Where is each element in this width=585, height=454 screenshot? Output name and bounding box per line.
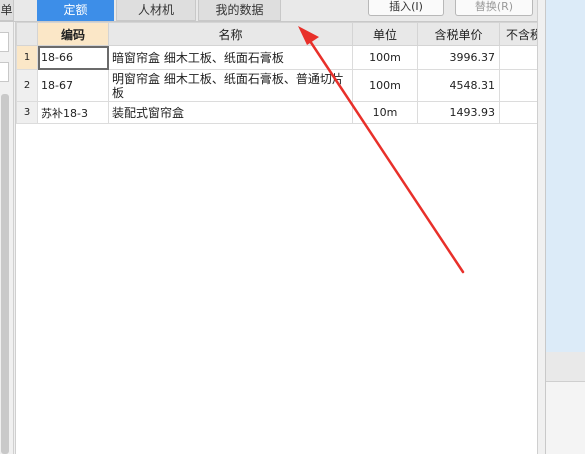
name-cell[interactable]: 暗窗帘盒 细木工板、纸面石膏板 — [108, 45, 353, 70]
right-panel-content — [546, 0, 585, 352]
row-number: 1 — [16, 45, 38, 70]
tab-bar: 单 定额 人材机 我的数据 插入(I) 替换(R) — [0, 0, 545, 22]
table-header-row: 编码 名称 单位 含税单价 不含税 — [16, 22, 537, 46]
name-cell[interactable]: 装配式窗帘盒 — [108, 101, 353, 124]
code-cell[interactable]: 18-66 — [37, 45, 109, 70]
row-number: 3 — [16, 101, 38, 124]
unit-cell[interactable]: 100m — [352, 45, 418, 70]
left-scrollbar[interactable] — [1, 94, 9, 454]
column-header-no-tax[interactable]: 不含税 — [499, 22, 537, 46]
code-cell[interactable]: 苏补18-3 — [37, 101, 109, 124]
left-collapsed-control[interactable] — [0, 32, 9, 52]
no-tax-cell[interactable] — [499, 45, 537, 70]
tab-labor-material[interactable]: 人材机 — [116, 0, 196, 21]
table-row[interactable]: 2 18-67 明窗帘盒 细木工板、纸面石膏板、普通切片板 100m 4548.… — [16, 69, 537, 102]
tab-partial[interactable]: 单 — [0, 0, 14, 21]
no-tax-cell[interactable] — [499, 101, 537, 124]
name-cell[interactable]: 明窗帘盒 细木工板、纸面石膏板、普通切片板 — [108, 69, 353, 102]
no-tax-cell[interactable] — [499, 69, 537, 102]
price-cell[interactable]: 1493.93 — [417, 101, 500, 124]
column-header-tax-price[interactable]: 含税单价 — [417, 22, 500, 46]
replace-button[interactable]: 替换(R) — [455, 0, 533, 16]
right-panel-header — [546, 352, 585, 382]
price-cell[interactable]: 3996.37 — [417, 45, 500, 70]
row-number-header — [16, 22, 38, 46]
tab-my-data[interactable]: 我的数据 — [198, 0, 281, 21]
insert-button[interactable]: 插入(I) — [368, 0, 444, 16]
column-header-unit[interactable]: 单位 — [352, 22, 418, 46]
column-header-name[interactable]: 名称 — [108, 22, 353, 46]
right-side-panel — [545, 0, 585, 454]
column-header-code[interactable]: 编码 — [37, 22, 109, 46]
table-row[interactable]: 1 18-66 暗窗帘盒 细木工板、纸面石膏板 100m 3996.37 — [16, 45, 537, 70]
table-vertical-scrollbar[interactable] — [537, 0, 545, 454]
tab-quota[interactable]: 定额 — [37, 0, 114, 21]
quota-table: 编码 名称 单位 含税单价 不含税 1 18-66 暗窗帘盒 细木工板、纸面石膏… — [15, 22, 537, 454]
table-row[interactable]: 3 苏补18-3 装配式窗帘盒 10m 1493.93 — [16, 101, 537, 124]
quota-browser-window: 单 定额 人材机 我的数据 插入(I) 替换(R) 编码 名称 单位 含税单价 … — [0, 0, 585, 454]
left-collapsed-control[interactable] — [0, 62, 9, 82]
unit-cell[interactable]: 100m — [352, 69, 418, 102]
left-panel-edge — [0, 22, 14, 454]
unit-cell[interactable]: 10m — [352, 101, 418, 124]
code-cell[interactable]: 18-67 — [37, 69, 109, 102]
row-number: 2 — [16, 69, 38, 102]
price-cell[interactable]: 4548.31 — [417, 69, 500, 102]
